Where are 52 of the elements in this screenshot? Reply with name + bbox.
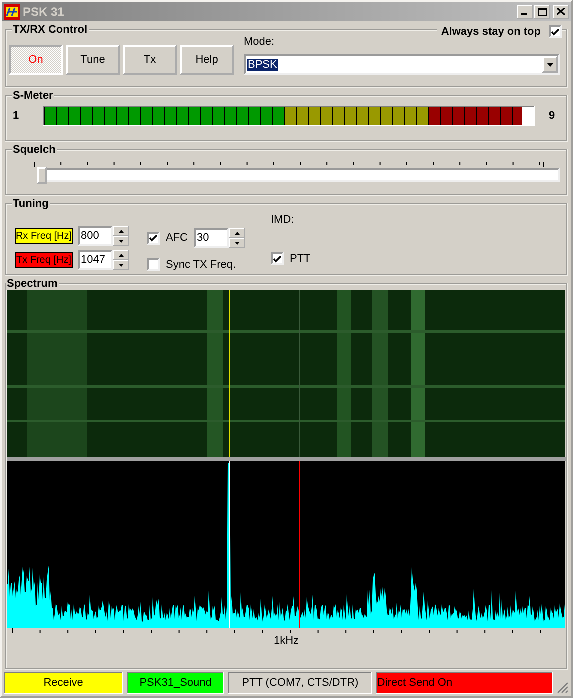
number-field[interactable]: 30 xyxy=(194,228,229,248)
checkbox-label: Sync TX Freq. xyxy=(166,258,236,270)
spin-down-button[interactable] xyxy=(113,260,129,270)
group-title: Spectrum xyxy=(6,278,59,290)
checkbox[interactable] xyxy=(147,232,160,244)
checkbox-label: Always stay on top xyxy=(441,26,541,38)
close-button[interactable] xyxy=(553,4,569,18)
up-arrow-icon xyxy=(118,230,124,232)
group-title: TX/RX Control xyxy=(12,24,89,36)
checkbox[interactable] xyxy=(147,258,160,271)
spin-down-button[interactable] xyxy=(229,238,245,248)
imd-label: IMD: xyxy=(271,214,296,226)
down-arrow-icon xyxy=(118,240,124,242)
down-arrow-icon xyxy=(234,242,240,244)
minimize-button[interactable] xyxy=(517,4,533,18)
down-arrow-icon xyxy=(118,264,124,266)
status-field: Receive xyxy=(4,672,124,694)
scale-label: 1 xyxy=(13,110,20,122)
frequency-label: Rx Freq [Hz] xyxy=(15,228,73,244)
close-icon xyxy=(557,8,565,15)
mode-label: Mode: xyxy=(244,36,276,48)
spin-up-button[interactable] xyxy=(113,226,129,236)
maximize-button[interactable] xyxy=(534,4,550,18)
checkbox[interactable] xyxy=(549,25,562,38)
group-title: Squelch xyxy=(12,144,57,156)
spin-up-button[interactable] xyxy=(113,250,129,260)
spin-up-button[interactable] xyxy=(229,228,245,238)
control-button[interactable]: Tx xyxy=(123,45,177,75)
group-title: S-Meter xyxy=(12,90,54,102)
checkbox[interactable] xyxy=(271,252,284,265)
number-field[interactable]: 1047 xyxy=(78,250,113,270)
frequency-label: Tx Freq [Hz] xyxy=(15,252,73,268)
checkbox-label: PTT xyxy=(290,252,311,264)
status-field: Direct Send On xyxy=(376,672,554,694)
status-field: PTT (COM7, CTS/DTR) xyxy=(228,672,372,694)
control-button[interactable]: Help xyxy=(180,45,234,75)
scale-label: 9 xyxy=(549,110,556,122)
checkbox-label: AFC xyxy=(166,232,188,244)
app-icon xyxy=(4,4,20,20)
maximize-icon xyxy=(538,8,546,16)
up-arrow-icon xyxy=(118,254,124,256)
spin-down-button[interactable] xyxy=(113,236,129,246)
window-title: PSK 31 xyxy=(23,4,66,18)
resize-grip-icon xyxy=(557,682,569,694)
status-field: PSK31_Sound xyxy=(127,672,224,694)
up-arrow-icon xyxy=(234,232,240,234)
slider-thumb[interactable] xyxy=(37,167,47,184)
group-title: Tuning xyxy=(12,198,50,210)
axis-label: 1kHz xyxy=(274,636,300,647)
control-button[interactable]: Tune xyxy=(66,45,120,75)
number-field[interactable]: 800 xyxy=(78,226,113,246)
mode-dropdown[interactable]: BPSK xyxy=(244,54,560,75)
